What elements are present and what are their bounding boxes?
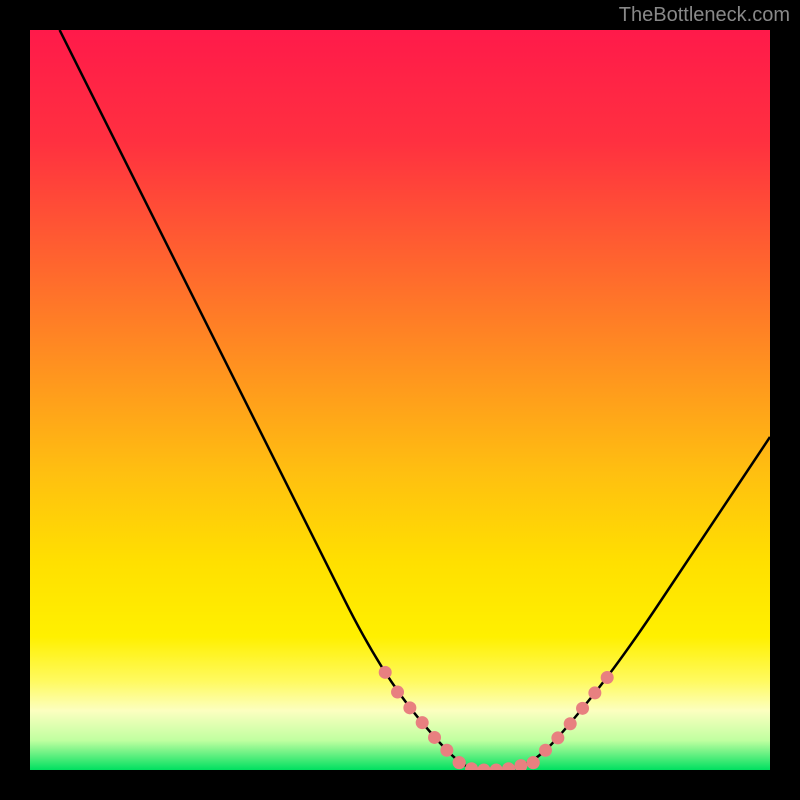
- plot-area: [30, 30, 770, 770]
- highlight-dot: [379, 666, 392, 679]
- highlight-dot: [539, 744, 552, 757]
- highlight-dot: [477, 764, 490, 771]
- highlight-dot: [416, 716, 429, 729]
- highlight-dot: [403, 701, 416, 714]
- bottleneck-curve: [60, 30, 770, 770]
- highlight-dot: [588, 686, 601, 699]
- watermark-text: TheBottleneck.com: [619, 4, 790, 27]
- curve-layer: [30, 30, 770, 770]
- highlight-dot: [527, 756, 540, 769]
- highlight-dot: [465, 762, 478, 770]
- highlight-dot: [502, 762, 515, 770]
- highlight-dot: [490, 764, 503, 771]
- highlight-dot: [601, 671, 614, 684]
- highlight-dot: [514, 759, 527, 770]
- highlight-dot: [391, 686, 404, 699]
- highlight-dot: [440, 744, 453, 757]
- highlight-dot: [564, 717, 577, 730]
- highlight-dot: [551, 731, 564, 744]
- chart-container: TheBottleneck.com: [0, 0, 800, 800]
- highlight-dot: [453, 756, 466, 769]
- highlight-dot: [428, 731, 441, 744]
- highlight-dots: [379, 666, 614, 770]
- highlight-dot: [576, 702, 589, 715]
